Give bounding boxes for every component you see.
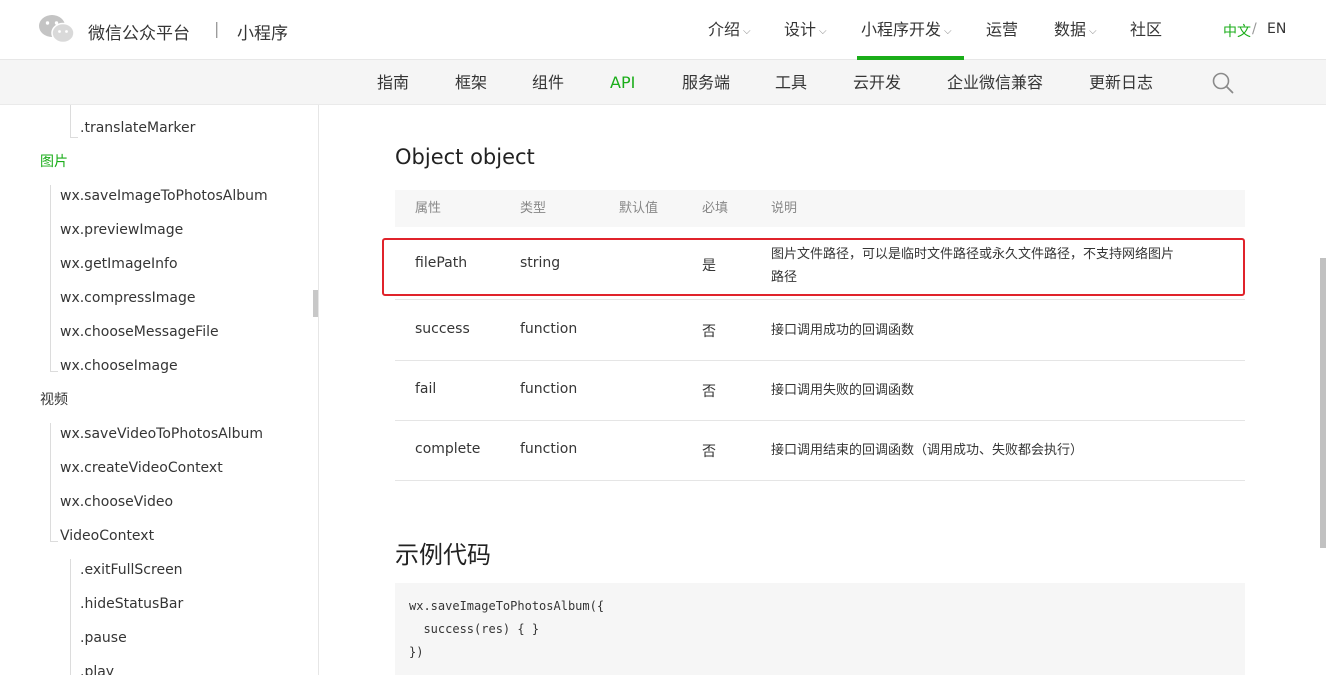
topnav-label: 社区 <box>1130 20 1163 39</box>
sidebar-item-save-image[interactable]: wx.saveImageToPhotosAlbum <box>60 186 268 206</box>
param-type: function <box>520 381 578 397</box>
param-required: 否 <box>702 444 716 460</box>
tree-guide-tick <box>50 371 58 372</box>
param-name: complete <box>415 441 481 457</box>
tree-guide-line <box>50 423 51 541</box>
code-line: success(res) { } <box>409 622 540 636</box>
code-line: }) <box>409 645 424 659</box>
subnav-changelog[interactable]: 更新日志 <box>1089 60 1153 105</box>
topnav-data[interactable]: 数据 ⌵ <box>1054 0 1097 60</box>
lang-en-link[interactable]: EN <box>1267 21 1286 37</box>
table-row: fail function 否 接口调用失败的回调函数 <box>395 361 1245 421</box>
sidebar-item-video-context[interactable]: VideoContext <box>60 526 154 546</box>
sidebar-item-exit-fullscreen[interactable]: .exitFullScreen <box>80 560 183 580</box>
sidebar: .translateMarker 图片 wx.saveImageToPhotos… <box>0 105 319 675</box>
table-row: complete function 否 接口调用结束的回调函数（调用成功、失败都… <box>395 421 1245 481</box>
topnav-label: 小程序开发 <box>861 20 942 39</box>
sidebar-item-pause[interactable]: .pause <box>80 628 127 648</box>
code-line: wx.saveImageToPhotosAlbum({ <box>409 599 605 613</box>
param-name: fail <box>415 381 437 397</box>
lang-separator: / <box>1252 21 1257 37</box>
topnav-miniprogram-dev[interactable]: 小程序开发 ⌵ <box>857 0 964 60</box>
sidebar-category-video[interactable]: 视频 <box>40 390 68 410</box>
column-header: 属性 <box>415 201 442 216</box>
column-header: 默认值 <box>619 201 659 216</box>
top-header: 微信公众平台 | 小程序 介绍 ⌵ 设计 ⌵ 小程序开发 ⌵ 运营 数据 ⌵ 社区 中文… <box>0 0 1326 60</box>
column-header: 类型 <box>520 201 547 216</box>
page-scrollbar[interactable] <box>1320 258 1326 548</box>
sub-nav: 指南 框架 组件 API 服务端 工具 云开发 企业微信兼容 更新日志 <box>0 60 1326 105</box>
topnav-design[interactable]: 设计 ⌵ <box>784 0 827 60</box>
sidebar-item-choose-video[interactable]: wx.chooseVideo <box>60 492 173 512</box>
tree-guide-line <box>50 185 51 371</box>
sidebar-item-compress-image[interactable]: wx.compressImage <box>60 288 195 308</box>
sidebar-item-play[interactable]: .play <box>80 662 114 675</box>
subnav-wecom-compat[interactable]: 企业微信兼容 <box>947 60 1043 105</box>
topnav-label: 数据 <box>1054 20 1087 39</box>
chevron-down-icon: ⌵ <box>944 26 952 37</box>
example-title: 示例代码 <box>395 541 491 569</box>
subnav-guide[interactable]: 指南 <box>377 60 409 105</box>
brand-separator: | <box>214 19 220 38</box>
table-row: success function 否 接口调用成功的回调函数 <box>395 300 1245 361</box>
tree-guide-tick <box>70 137 78 138</box>
sidebar-item-translate-marker[interactable]: .translateMarker <box>80 118 195 138</box>
sidebar-category-image[interactable]: 图片 <box>40 152 68 172</box>
tree-guide-line <box>70 559 71 675</box>
param-description: 接口调用失败的回调函数 <box>771 383 915 398</box>
subnav-components[interactable]: 组件 <box>532 60 564 105</box>
wechat-logo-icon[interactable] <box>38 13 76 47</box>
sidebar-item-save-video[interactable]: wx.saveVideoToPhotosAlbum <box>60 424 263 444</box>
sidebar-item-preview-image[interactable]: wx.previewImage <box>60 220 183 240</box>
subnav-server[interactable]: 服务端 <box>682 60 730 105</box>
brand-sub-name[interactable]: 小程序 <box>237 19 288 44</box>
chevron-down-icon: ⌵ <box>743 26 751 37</box>
param-type: function <box>520 321 578 337</box>
highlight-box <box>382 238 1245 296</box>
param-description: 接口调用结束的回调函数（调用成功、失败都会执行） <box>771 443 1084 458</box>
tree-guide-tick <box>50 541 58 542</box>
sidebar-scrollbar[interactable] <box>313 290 318 317</box>
sidebar-item-hide-status-bar[interactable]: .hideStatusBar <box>80 594 183 614</box>
sidebar-item-choose-message-file[interactable]: wx.chooseMessageFile <box>60 322 219 342</box>
topnav-intro[interactable]: 介绍 ⌵ <box>708 0 751 60</box>
param-type: function <box>520 441 578 457</box>
sidebar-item-create-video-context[interactable]: wx.createVideoContext <box>60 458 223 478</box>
subnav-tools[interactable]: 工具 <box>775 60 807 105</box>
param-required: 否 <box>702 324 716 340</box>
topnav-label: 介绍 <box>708 20 741 39</box>
topnav-operation[interactable]: 运营 <box>986 0 1018 60</box>
sidebar-item-get-image-info[interactable]: wx.getImageInfo <box>60 254 178 274</box>
main-content: Object object 属性 类型 默认值 必填 说明 filePath s… <box>320 105 1326 675</box>
topnav-community[interactable]: 社区 <box>1130 0 1162 60</box>
column-header: 说明 <box>771 201 798 216</box>
param-name: success <box>415 321 470 337</box>
lang-zh-link[interactable]: 中文 <box>1223 21 1251 41</box>
section-title: Object object <box>395 145 535 169</box>
column-header: 必填 <box>702 201 729 216</box>
sidebar-item-choose-image[interactable]: wx.chooseImage <box>60 356 178 376</box>
tree-guide-line <box>70 105 71 137</box>
topnav-label: 运营 <box>986 20 1019 39</box>
search-icon[interactable] <box>1212 72 1234 94</box>
param-description: 接口调用成功的回调函数 <box>771 323 915 338</box>
param-required: 否 <box>702 384 716 400</box>
subnav-cloud-dev[interactable]: 云开发 <box>853 60 901 105</box>
subnav-framework[interactable]: 框架 <box>455 60 487 105</box>
subnav-api[interactable]: API <box>610 60 635 105</box>
table-header: 属性 类型 默认值 必填 说明 <box>395 190 1245 227</box>
topnav-label: 设计 <box>784 20 817 39</box>
chevron-down-icon: ⌵ <box>819 26 827 37</box>
code-block[interactable]: wx.saveImageToPhotosAlbum({ success(res)… <box>395 583 1245 675</box>
brand-name[interactable]: 微信公众平台 <box>88 19 190 44</box>
chevron-down-icon: ⌵ <box>1089 26 1097 37</box>
